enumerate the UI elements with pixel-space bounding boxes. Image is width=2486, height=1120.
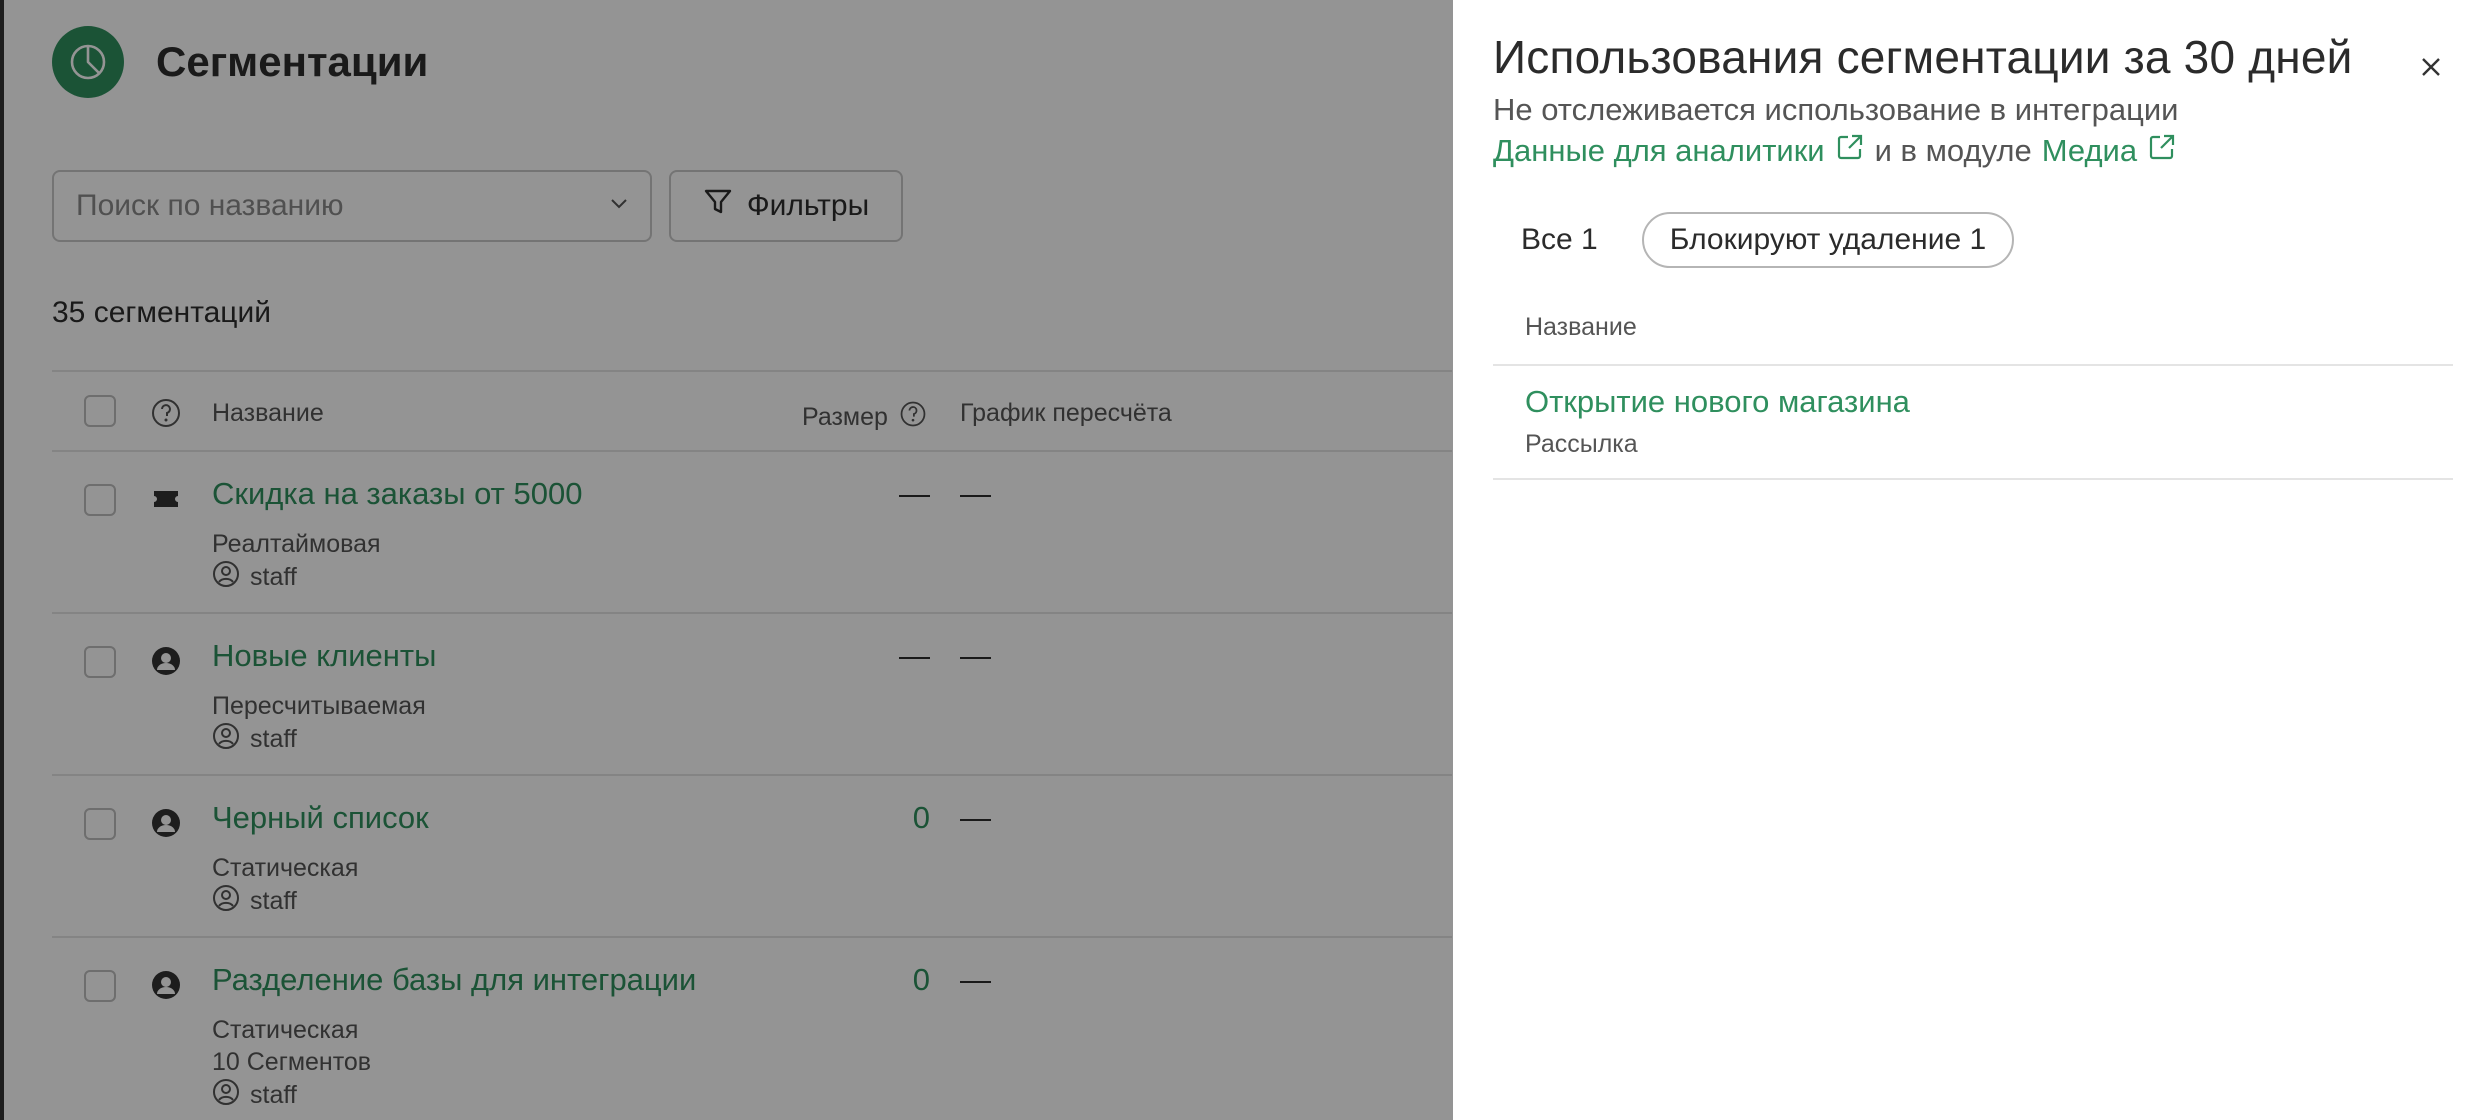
tab-blocking-deletion[interactable]: Блокируют удаление 1 [1641, 212, 2015, 268]
external-link-icon [2147, 132, 2177, 170]
modal-backdrop[interactable] [0, 0, 1453, 1120]
media-link[interactable]: Медиа [2042, 132, 2177, 170]
usage-type: Рассылка [1525, 430, 1638, 458]
media-link-label: Медиа [2041, 133, 2138, 168]
analytics-data-link[interactable]: Данные для аналитики [1493, 132, 1865, 170]
panel-note: Не отслеживается использование в интегра… [1493, 92, 2179, 127]
links-connector: и в модуле [1874, 133, 2032, 168]
close-icon[interactable] [2414, 50, 2448, 84]
tab-all[interactable]: Все 1 [1493, 212, 1626, 268]
usage-table-header: Название [1493, 290, 2453, 366]
usage-table: Название Открытие нового магазина Рассыл… [1493, 290, 2453, 480]
external-link-icon [1835, 132, 1865, 170]
window-edge [0, 0, 4, 1120]
analytics-data-link-label: Данные для аналитики [1493, 133, 1825, 168]
usage-name-link[interactable]: Открытие нового магазина [1525, 384, 1910, 420]
usage-side-panel: Использования сегментации за 30 дней Не … [1453, 0, 2486, 1120]
table-row[interactable]: Открытие нового магазина Рассылка [1493, 366, 2453, 480]
panel-links: Данные для аналитики и в модуле Медиа [1493, 132, 2177, 170]
usage-tabs: Все 1 Блокируют удаление 1 [1493, 212, 2015, 268]
panel-title: Использования сегментации за 30 дней [1493, 31, 2353, 83]
